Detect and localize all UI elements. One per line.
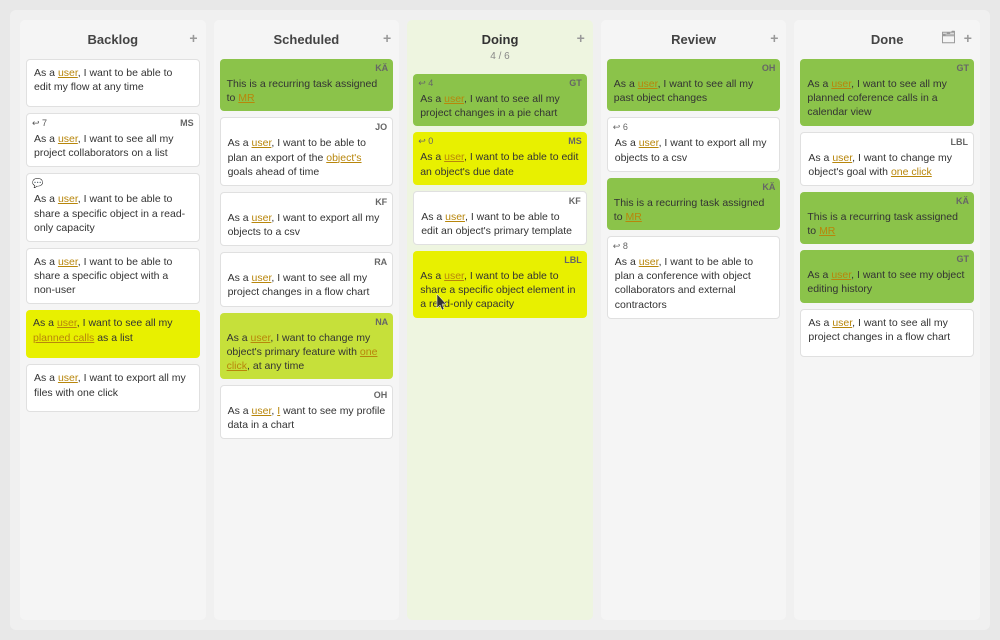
repeat-icon: ↩ 7 [32,117,47,129]
card-dn1[interactable]: GT As a user, I want to see all my plann… [800,59,974,126]
card-b2[interactable]: ↩ 7 MS As a user, I want to see all my p… [26,113,200,167]
card-text: As a user, I want to see all my past obj… [614,77,774,105]
card-assignee: MS [568,135,582,147]
card-text: As a user, I want to see my profile data… [228,404,386,432]
add-card-doing[interactable]: + [577,30,585,46]
card-dn2[interactable]: LBL As a user, I want to change my objec… [800,132,974,186]
card-s6[interactable]: OH As a user, I want to see my profile d… [220,385,394,439]
card-s3[interactable]: KF As a user, I want to export all my ob… [220,192,394,246]
card-text: As a user, I want to be able to plan an … [228,136,386,179]
card-assignee: KF [569,195,581,207]
column-title-scheduled: Scheduled [274,32,340,47]
card-assignee: KÄ [956,195,969,207]
column-header-backlog: Backlog + [26,26,200,53]
card-s4[interactable]: RA As a user, I want to see all my proje… [220,252,394,306]
card-text: As a user, I want to see all my project … [34,132,192,160]
card-assignee: GT [956,253,969,265]
card-s2[interactable]: JO As a user, I want to be able to plan … [220,117,394,186]
card-assignee: JO [375,121,387,133]
card-text: This is a recurring task assigned to MR [807,210,967,238]
card-assignee: KÄ [762,181,775,193]
card-s1[interactable]: KÄ This is a recurring task assigned to … [220,59,394,111]
add-card-done[interactable]: + [964,30,972,46]
card-assignee: OH [374,389,388,401]
card-text: As a user, I want to see all my project … [228,271,386,299]
card-text: As a user, I want to change my object's … [227,331,387,374]
card-r3[interactable]: KÄ This is a recurring task assigned to … [607,178,781,230]
column-backlog: Backlog + As a user, I want to be able t… [20,20,206,620]
card-text: As a user, I want to be able to share a … [34,192,192,235]
card-dn5[interactable]: As a user, I want to see all my project … [800,309,974,357]
card-d4[interactable]: LBL As a user, I want to be able to shar… [413,251,587,318]
card-text: As a user, I want to export all my objec… [228,211,386,239]
add-card-scheduled[interactable]: + [383,30,391,46]
card-text: As a user, I want to be able to share a … [420,269,580,312]
column-title-done: Done [871,32,904,47]
card-d3[interactable]: KF As a user, I want to be able to edit … [413,191,587,245]
card-text: As a user, I want to be able to share a … [34,255,192,298]
card-dn3[interactable]: KÄ This is a recurring task assigned to … [800,192,974,244]
card-text: As a user, I want to see all my planned … [807,77,967,120]
column-sub-doing: 4 / 6 [490,51,509,62]
add-card-review[interactable]: + [770,30,778,46]
card-text: This is a recurring task assigned to MR [614,196,774,224]
column-title-doing: Doing [482,32,519,47]
card-r1[interactable]: OH As a user, I want to see all my past … [607,59,781,111]
card-number: ↩ 8 [613,240,628,252]
card-text: As a user, I want to see all my project … [420,92,580,120]
card-text: As a user, I want to export all my objec… [615,136,773,164]
card-assignee: OH [762,62,776,74]
column-title-backlog: Backlog [88,32,139,47]
card-text: As a user, I want to be able to plan a c… [615,255,773,312]
card-text: As a user, I want to see all my planned … [33,316,193,344]
card-text: As a user, I want to change my object's … [808,151,966,179]
card-assignee: GT [569,77,582,89]
card-dn4[interactable]: GT As a user, I want to see my object ed… [800,250,974,302]
bubble-icon: 💬 [32,177,43,189]
card-b4[interactable]: As a user, I want to be able to share a … [26,248,200,305]
card-assignee: KF [375,196,387,208]
card-assignee: RA [374,256,387,268]
card-text: As a user, I want to see my object editi… [807,268,967,296]
card-b5[interactable]: As a user, I want to see all my planned … [26,310,200,358]
column-doing: Doing 4 / 6 + ↩ 4 GT As a user, I want t… [407,20,593,620]
column-done: Done 🗂 + GT As a user, I want to see all… [794,20,980,620]
card-text: As a user, I want to be able to edit an … [421,210,579,238]
card-text: As a user, I want to be able to edit an … [420,150,580,178]
card-s5[interactable]: NA As a user, I want to change my object… [220,313,394,380]
card-text: As a user, I want to export all my files… [34,371,192,399]
add-card-backlog[interactable]: + [189,30,197,46]
card-number: ↩ 4 [418,77,433,89]
card-number: ↩ 0 [418,135,433,147]
card-assignee: MS [180,117,194,129]
card-assignee: NA [375,316,388,328]
column-review: Review + OH As a user, I want to see all… [601,20,787,620]
kanban-board: Backlog + As a user, I want to be able t… [10,10,990,630]
column-header-done: Done 🗂 + [800,26,974,53]
column-title-review: Review [671,32,716,47]
card-d1[interactable]: ↩ 4 GT As a user, I want to see all my p… [413,74,587,126]
card-r4[interactable]: ↩ 8 As a user, I want to be able to plan… [607,236,781,319]
card-assignee: LBL [564,254,582,266]
card-assignee: KÄ [375,62,388,74]
column-header-review: Review + [607,26,781,53]
column-scheduled: Scheduled + KÄ This is a recurring task … [214,20,400,620]
card-assignee: GT [956,62,969,74]
card-number: ↩ 6 [613,121,628,133]
card-assignee: LBL [950,136,968,148]
folder-icon[interactable]: 🗂 [941,30,956,44]
column-header-doing: Doing 4 / 6 + [413,26,587,68]
card-b1[interactable]: As a user, I want to be able to edit my … [26,59,200,107]
card-b3[interactable]: 💬 As a user, I want to be able to share … [26,173,200,242]
card-text: This is a recurring task assigned to MR [227,77,387,105]
card-r2[interactable]: ↩ 6 As a user, I want to export all my o… [607,117,781,171]
column-header-scheduled: Scheduled + [220,26,394,53]
card-text: As a user, I want to be able to edit my … [34,66,192,94]
card-d2[interactable]: ↩ 0 MS As a user, I want to be able to e… [413,132,587,184]
card-b6[interactable]: As a user, I want to export all my files… [26,364,200,412]
card-text: As a user, I want to see all my project … [808,316,966,344]
